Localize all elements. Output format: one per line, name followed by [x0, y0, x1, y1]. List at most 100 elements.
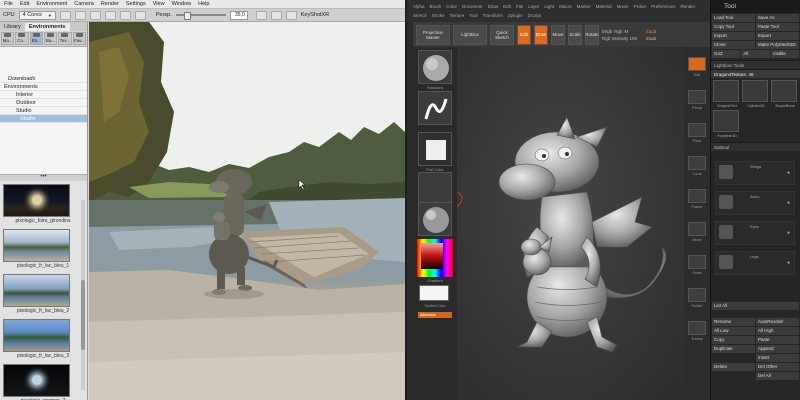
- ks-menu-render[interactable]: Render: [101, 1, 119, 7]
- subtool-item[interactable]: Legs ●: [715, 251, 795, 275]
- edit-mode-button[interactable]: Edit: [517, 24, 531, 45]
- eye-icon[interactable]: ●: [787, 200, 790, 206]
- eye-icon[interactable]: ●: [787, 260, 790, 266]
- shelf-move-button[interactable]: [688, 222, 706, 236]
- keyshotxr-label[interactable]: KeyShotXR: [301, 12, 329, 18]
- zb-menu-brush[interactable]: Brush: [430, 4, 442, 9]
- zbrush-canvas[interactable]: [457, 47, 684, 400]
- switchcolor-button[interactable]: SwitchColor: [416, 303, 454, 308]
- tree-item[interactable]: Environments: [0, 83, 87, 91]
- m-toggle[interactable]: M: [625, 29, 629, 34]
- performance-mode-button[interactable]: [74, 10, 86, 20]
- tab-library[interactable]: Library: [0, 23, 25, 31]
- tool-button[interactable]: Clone: [712, 41, 755, 49]
- tree-item[interactable]: Outdoor: [0, 99, 87, 107]
- rotate-tool-button[interactable]: [104, 10, 116, 20]
- stroke-selector[interactable]: [418, 91, 452, 125]
- move-mode-button[interactable]: Move: [551, 24, 565, 45]
- zb-menu-stroke[interactable]: Stroke: [432, 13, 445, 18]
- library-category-5[interactable]: Fav...: [72, 32, 86, 45]
- zb-menu-edit[interactable]: Edit: [503, 4, 511, 9]
- environment-thumbnail[interactable]: [3, 274, 70, 307]
- ks-menu-environment[interactable]: Environment: [36, 1, 67, 7]
- scale-mode-button[interactable]: Scale: [568, 24, 582, 45]
- perspective-value-field[interactable]: 35.0: [229, 10, 248, 20]
- subtool-action-button[interactable]: Delete: [712, 363, 755, 371]
- eye-icon[interactable]: ●: [787, 230, 790, 236]
- perspective-slider[interactable]: [175, 12, 226, 20]
- zb-menu-material[interactable]: Material: [596, 4, 612, 9]
- zb-menu-zplugin[interactable]: Zplugin: [508, 13, 523, 18]
- ks-menu-window[interactable]: Window: [172, 1, 192, 7]
- alpha-selector[interactable]: [418, 132, 452, 166]
- subtool-action-button[interactable]: Paste: [756, 336, 799, 344]
- render-button[interactable]: [270, 10, 282, 20]
- texture-selector[interactable]: [418, 172, 452, 206]
- zb-menu-macro[interactable]: Macro: [559, 4, 572, 9]
- library-category-1[interactable]: Co...: [15, 32, 29, 45]
- environment-thumbnail[interactable]: [3, 184, 70, 217]
- tool-thumbnail[interactable]: Dragon4Text: [713, 80, 739, 108]
- rotate-mode-button[interactable]: Rotate: [585, 24, 599, 45]
- list-all-button[interactable]: List All: [712, 302, 799, 310]
- tool-thumbnail[interactable]: SimpleBrush: [771, 80, 797, 108]
- tool-button[interactable]: Export: [756, 32, 799, 40]
- shelf-frame-button[interactable]: [688, 189, 706, 203]
- panel-splitter[interactable]: •••: [0, 174, 87, 181]
- zb-menu-tool[interactable]: Tool: [469, 13, 477, 18]
- subtool-item[interactable]: Eyes ●: [715, 221, 795, 245]
- subtool-item[interactable]: Arms ●: [715, 191, 795, 215]
- ks-menu-help[interactable]: Help: [198, 1, 209, 7]
- subtool-action-button[interactable]: All High: [756, 327, 799, 335]
- zb-menu-zscript[interactable]: Zscript: [528, 13, 542, 18]
- subtool-action-button[interactable]: Duplicate: [712, 345, 755, 353]
- shelf-rotate-button[interactable]: [688, 288, 706, 302]
- lightbox-tools-button[interactable]: Lightbox› Tools: [711, 60, 800, 69]
- ks-menu-camera[interactable]: Camera: [74, 1, 94, 7]
- zb-menu-render[interactable]: Render: [680, 4, 695, 9]
- zb-menu-movie[interactable]: Movie: [617, 4, 629, 9]
- render-viewport[interactable]: [89, 22, 405, 400]
- shelf-edit-button[interactable]: [688, 57, 706, 71]
- subtool-action-button[interactable]: All Low: [712, 327, 755, 335]
- tool-button[interactable]: Make PolyMesh3D: [756, 41, 799, 49]
- zb-menu-transform[interactable]: Transform: [483, 13, 503, 18]
- tool-thumbnail[interactable]: Cylinder3D: [742, 80, 768, 108]
- environment-thumbnail[interactable]: [3, 364, 70, 397]
- current-tool-name[interactable]: Dragon4Texture. 48: [711, 69, 800, 78]
- tool-button[interactable]: Visible: [770, 50, 799, 58]
- zsub-toggle[interactable]: Zsub: [646, 36, 656, 41]
- cpu-select[interactable]: 4 Cores ▼: [18, 10, 56, 20]
- environment-thumbnail[interactable]: [3, 319, 70, 352]
- move-tool-button[interactable]: [89, 10, 101, 20]
- rgb-toggle[interactable]: Rgb: [614, 29, 622, 34]
- brush-selector[interactable]: [418, 50, 452, 84]
- keyshotxr-icon[interactable]: [285, 10, 297, 20]
- material-selector[interactable]: [418, 202, 452, 236]
- shelf-local-button[interactable]: [688, 156, 706, 170]
- subtool-action-button[interactable]: Rename: [712, 318, 755, 326]
- rgb-intensity-slider[interactable]: Rgb Intensity 100: [602, 36, 637, 41]
- tool-button[interactable]: Import: [712, 32, 755, 40]
- scrollbar-thumb[interactable]: [81, 280, 85, 350]
- projection-master-button[interactable]: Projection Master: [416, 24, 450, 45]
- zb-menu-draw[interactable]: Draw: [488, 4, 499, 9]
- subtool-action-button[interactable]: Copy: [712, 336, 755, 344]
- tool-button[interactable]: Save As: [756, 14, 799, 22]
- library-category-2[interactable]: En...: [29, 32, 43, 45]
- tree-item[interactable]: Studio: [0, 115, 87, 123]
- thumbnail-scrollbar[interactable]: [81, 200, 85, 390]
- pause-button[interactable]: [59, 10, 71, 20]
- shelf-persp-button[interactable]: [688, 90, 706, 104]
- ks-menu-edit[interactable]: Edit: [20, 1, 29, 7]
- library-category-4[interactable]: Tex...: [58, 32, 72, 45]
- zb-menu-texture[interactable]: Texture: [450, 13, 465, 18]
- subtool-header[interactable]: Subtool: [711, 142, 800, 151]
- color-picker[interactable]: [417, 239, 453, 277]
- alternate-button[interactable]: Alternate: [418, 312, 452, 318]
- subtool-action-button[interactable]: AutoReorder: [756, 318, 799, 326]
- color-swatch[interactable]: [419, 285, 449, 301]
- tab-environments[interactable]: Environments: [24, 23, 70, 31]
- pan-tool-button[interactable]: [119, 10, 131, 20]
- zb-menu-color[interactable]: Color: [446, 4, 457, 9]
